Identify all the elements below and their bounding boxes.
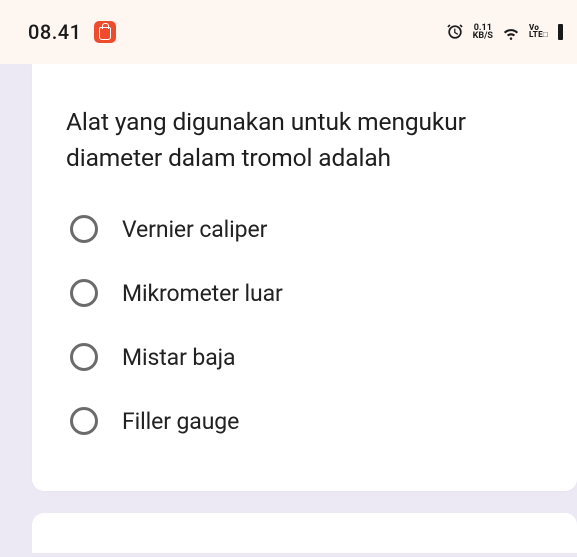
radio-icon (70, 279, 98, 307)
option-3[interactable]: Filler gauge (70, 407, 547, 435)
option-1[interactable]: Mikrometer luar (70, 279, 547, 307)
option-label: Mikrometer luar (122, 280, 283, 307)
wifi-icon (501, 22, 521, 42)
option-2[interactable]: Mistar baja (70, 343, 547, 371)
radio-icon (70, 343, 98, 371)
radio-icon (70, 407, 98, 435)
next-card-peek (32, 513, 577, 553)
clock: 08.41 (28, 20, 82, 44)
status-bar: 08.41 0.11 KB/S Vo LTE□ (0, 0, 577, 64)
volte-indicator: Vo LTE□ (529, 25, 548, 39)
option-0[interactable]: Vernier caliper (70, 215, 547, 243)
option-label: Mistar baja (122, 344, 235, 371)
battery-icon (558, 24, 563, 40)
question-card: Alat yang digunakan untuk mengukur diame… (32, 64, 577, 491)
status-right: 0.11 KB/S Vo LTE□ (445, 22, 563, 42)
option-label: Vernier caliper (122, 216, 267, 243)
question-text: Alat yang digunakan untuk mengukur diame… (66, 104, 547, 175)
option-label: Filler gauge (122, 408, 239, 435)
network-speed: 0.11 KB/S (473, 24, 493, 40)
content-area: Alat yang digunakan untuk mengukur diame… (0, 64, 577, 553)
options-group: Vernier caliper Mikrometer luar Mistar b… (66, 215, 547, 435)
status-left: 08.41 (28, 20, 116, 44)
shopee-icon (94, 21, 116, 43)
alarm-icon (445, 22, 465, 42)
radio-icon (70, 215, 98, 243)
